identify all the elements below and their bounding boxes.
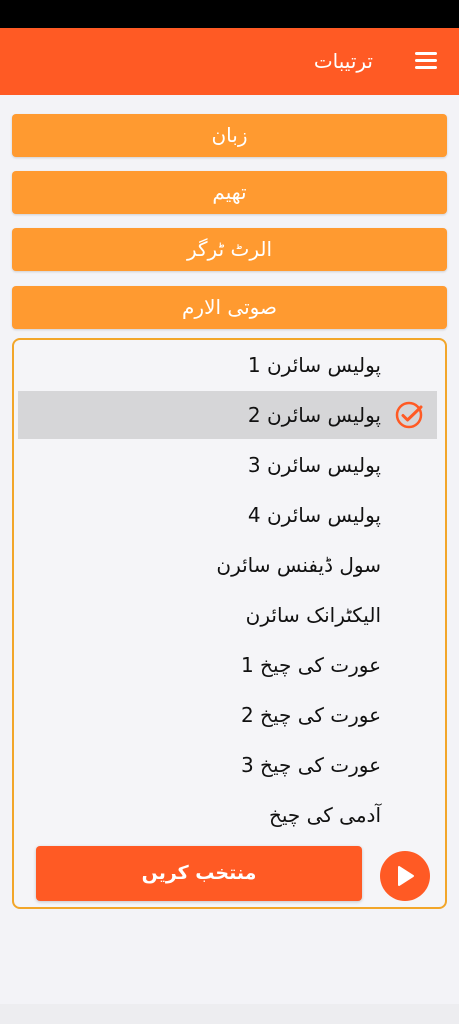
sound-item-electronic-siren[interactable]: الیکٹرانک سائرن [18,591,437,639]
sound-item-label: آدمی کی چیخ [268,803,381,827]
sound-item-police-siren-1[interactable]: پولیس سائرن 1 [18,341,437,389]
hamburger-menu-icon[interactable] [415,52,437,70]
sound-item-police-siren-3[interactable]: پولیس سائرن 3 [18,441,437,489]
sound-list-panel: پولیس سائرن 1 پولیس سائرن 2 پولیس سائرن … [12,338,447,909]
sound-item-police-siren-4[interactable]: پولیس سائرن 4 [18,491,437,539]
app-bar: ترتیبات [0,28,459,95]
sound-item-label: پولیس سائرن 2 [247,403,381,427]
sound-item-label: الیکٹرانک سائرن [245,603,381,627]
sound-item-label: سول ڈیفنس سائرن [216,553,381,577]
play-icon [398,866,414,886]
language-button[interactable]: زبان [12,114,447,157]
sound-item-label: عورت کی چیخ 2 [240,703,381,727]
theme-button[interactable]: تھیم [12,171,447,214]
alert-trigger-button[interactable]: الرٹ ٹرگر [12,228,447,271]
select-button[interactable]: منتخب کریں [36,846,362,901]
sound-item-woman-scream-2[interactable]: عورت کی چیخ 2 [18,691,437,739]
sound-item-label: عورت کی چیخ 1 [240,653,381,677]
status-bar [0,0,459,28]
page-title: ترتیبات [313,49,373,73]
check-circle-icon [395,401,423,429]
sound-item-police-siren-2[interactable]: پولیس سائرن 2 [18,391,437,439]
sound-item-label: پولیس سائرن 4 [247,503,381,527]
play-button[interactable] [380,851,430,901]
sound-item-woman-scream-3[interactable]: عورت کی چیخ 3 [18,741,437,789]
sound-item-woman-scream-1[interactable]: عورت کی چیخ 1 [18,641,437,689]
navigation-bar [0,1004,459,1024]
sound-item-man-scream[interactable]: آدمی کی چیخ [18,791,437,839]
sound-item-label: پولیس سائرن 1 [247,353,381,377]
sound-item-label: عورت کی چیخ 3 [240,753,381,777]
sound-item-civil-defense-siren[interactable]: سول ڈیفنس سائرن [18,541,437,589]
sound-item-label: پولیس سائرن 3 [247,453,381,477]
sound-alarm-button[interactable]: صوتی الارم [12,286,447,329]
